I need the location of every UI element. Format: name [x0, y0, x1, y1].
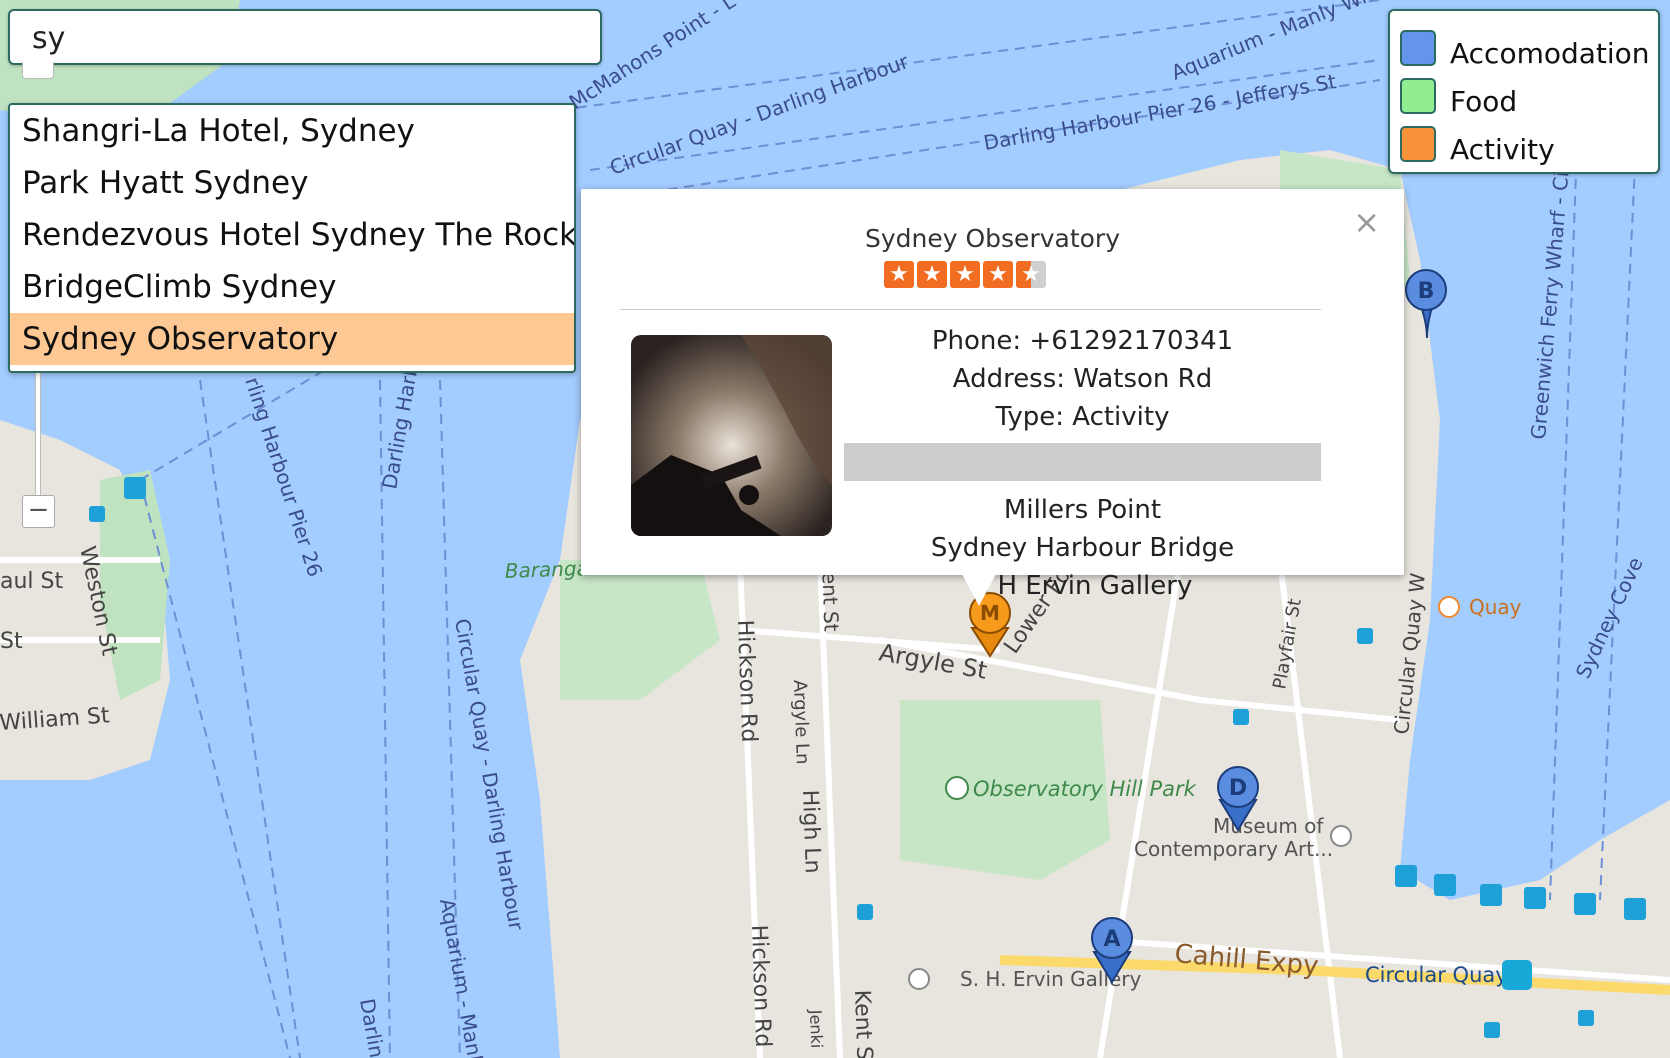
legend-item-accomodation: Accomodation	[1390, 21, 1658, 70]
street-label: aul St	[0, 569, 63, 594]
place-details: Phone: +61292170341 Address: Watson Rd T…	[844, 322, 1321, 605]
street-label: Kent S	[849, 989, 876, 1058]
park-label: Observatory Hill Park	[973, 777, 1197, 801]
street-label: High Ln	[797, 789, 825, 874]
legend: Accomodation Food Activity	[1388, 9, 1660, 174]
divider	[620, 309, 1321, 310]
zoom-slider[interactable]	[35, 370, 41, 495]
marker-letter: D	[1229, 776, 1247, 801]
zoom-out-button[interactable]: −	[22, 495, 55, 528]
star-icon: ★	[917, 261, 947, 288]
nearby-item[interactable]: S H Ervin Gallery	[844, 567, 1321, 605]
legend-item-activity: Activity	[1390, 117, 1658, 166]
museum-icon	[1330, 825, 1352, 847]
search-box[interactable]	[8, 9, 602, 65]
legend-label: Accomodation	[1450, 37, 1650, 70]
legend-swatch	[1400, 126, 1436, 162]
park-icon	[945, 776, 969, 800]
legend-swatch	[1400, 30, 1436, 66]
type-text: Type: Activity	[995, 402, 1170, 432]
gallery-icon	[908, 968, 930, 990]
street-label: Hickson Rd	[732, 619, 761, 742]
poi-label: Contemporary Art...	[1134, 837, 1333, 861]
star-icon: ★	[884, 261, 914, 288]
marker-letter: A	[1103, 927, 1120, 952]
legend-label: Activity	[1450, 133, 1555, 166]
star-icon: ★	[950, 261, 980, 288]
street-label: Argyle Ln	[789, 679, 813, 764]
street-label: Hickson Rd	[746, 924, 775, 1047]
poi-label: Circular Quay	[1365, 963, 1508, 987]
suggestion-item[interactable]: Park Hyatt Sydney	[10, 157, 574, 209]
place-photo	[631, 335, 832, 536]
marker-letter: B	[1418, 279, 1435, 304]
phone-text: Phone: +61292170341	[931, 326, 1234, 356]
poi-label: Quay	[1469, 595, 1522, 619]
suggestion-item[interactable]: Shangri-La Hotel, Sydney	[10, 105, 574, 157]
suggestion-item[interactable]: Rendezvous Hotel Sydney The Rocks	[10, 209, 574, 261]
legend-label: Food	[1450, 85, 1518, 118]
address-text: Address: Watson Rd	[952, 364, 1213, 394]
rating-stars: ★ ★ ★ ★ ★	[884, 261, 1046, 288]
street-label: Jenki	[806, 1008, 826, 1048]
divider	[844, 443, 1321, 481]
nearby-item[interactable]: Sydney Harbour Bridge	[844, 529, 1321, 567]
train-station-icon	[1502, 960, 1532, 990]
half-star-icon: ★	[1016, 261, 1046, 288]
suggestion-item[interactable]: BridgeClimb Sydney	[10, 261, 574, 313]
zoom-in-button[interactable]	[22, 62, 54, 79]
legend-item-food: Food	[1390, 69, 1658, 118]
info-window: × Sydney Observatory ★ ★ ★ ★ ★ Phone: +6…	[581, 189, 1404, 601]
legend-swatch	[1400, 78, 1436, 114]
suggestion-list: Shangri-La Hotel, Sydney Park Hyatt Sydn…	[8, 103, 576, 373]
suggestion-item-selected[interactable]: Sydney Observatory	[10, 313, 574, 365]
info-window-tail	[962, 574, 996, 606]
restaurant-icon	[1438, 596, 1460, 618]
place-title: Sydney Observatory	[864, 224, 1121, 253]
nearby-item[interactable]: Millers Point	[844, 491, 1321, 529]
star-icon: ★	[983, 261, 1013, 288]
search-input[interactable]	[32, 20, 582, 56]
street-label: St	[0, 629, 23, 654]
